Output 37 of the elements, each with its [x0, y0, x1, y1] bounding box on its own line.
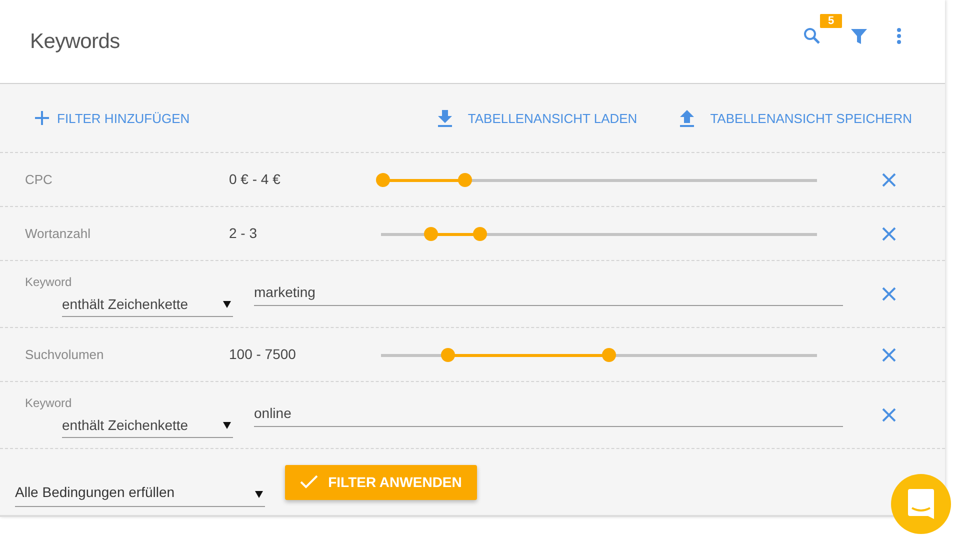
- close-icon[interactable]: [881, 346, 897, 362]
- operator-dropdown[interactable]: enthält Zeichenkette: [62, 413, 233, 438]
- range-value: 0 € - 4 €: [229, 170, 280, 186]
- keyword-field[interactable]: online: [254, 400, 843, 426]
- caret-icon: [223, 300, 231, 308]
- keyword-field[interactable]: marketing: [254, 278, 843, 306]
- page-title: Keywords: [30, 30, 120, 54]
- filter-icon[interactable]: [850, 26, 868, 44]
- close-icon[interactable]: [881, 286, 897, 302]
- check-icon: [300, 475, 318, 489]
- search-icon[interactable]: [803, 26, 821, 44]
- close-icon[interactable]: [881, 172, 897, 188]
- slider-thumb[interactable]: [441, 348, 456, 362]
- filter-label: Suchvolumen: [25, 346, 104, 362]
- close-icon[interactable]: [881, 407, 897, 423]
- slider-thumb[interactable]: [458, 172, 472, 186]
- close-icon[interactable]: [881, 226, 897, 242]
- range-value: 100 - 7500: [229, 346, 296, 362]
- plus-icon: [35, 111, 49, 125]
- range-value: 2 - 3: [229, 224, 258, 240]
- match-mode-dropdown[interactable]: Alle Bedingungen erfüllen: [15, 477, 265, 507]
- slider-thumb[interactable]: [472, 226, 487, 240]
- caret-icon: [223, 422, 231, 428]
- slider-thumb[interactable]: [376, 172, 390, 186]
- filter-label: Wortanzahl: [25, 226, 91, 240]
- filter-label: Keyword: [25, 396, 73, 411]
- filter-count-badge: 5: [820, 14, 842, 28]
- filter-label: Keyword: [25, 275, 73, 290]
- operator-dropdown[interactable]: enthält Zeichenkette: [62, 292, 233, 317]
- filter-label: CPC: [25, 172, 52, 186]
- slider-thumb[interactable]: [424, 226, 438, 240]
- download-icon: [438, 110, 452, 126]
- caret-icon: [255, 491, 263, 498]
- slider-thumb[interactable]: [602, 348, 616, 362]
- upload-icon: [680, 110, 694, 126]
- chat-icon: [907, 488, 935, 520]
- menu-icon[interactable]: [897, 28, 901, 44]
